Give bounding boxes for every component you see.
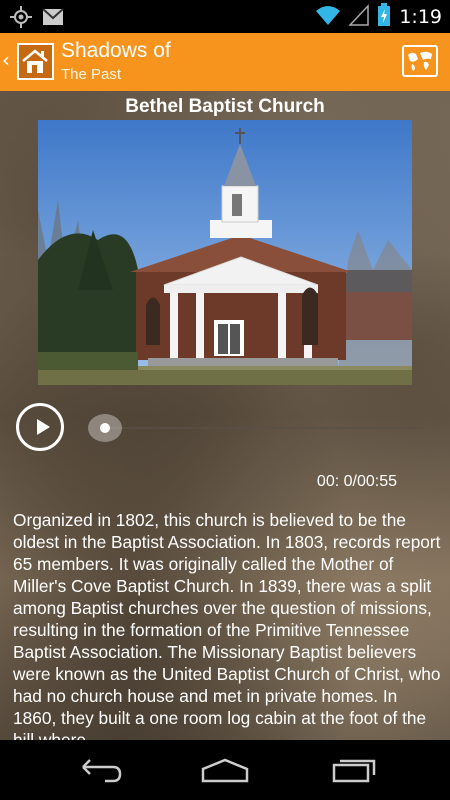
play-button[interactable] (16, 403, 64, 451)
action-bar: ‹ Shadows of The Past (0, 33, 450, 91)
map-icon (404, 51, 436, 79)
home-icon (200, 758, 250, 789)
app-logo-icon[interactable] (17, 43, 54, 80)
play-icon (37, 419, 50, 435)
navigation-bar (0, 740, 450, 800)
seek-bar[interactable] (105, 427, 425, 429)
gmail-icon (42, 8, 64, 30)
recents-button[interactable] (328, 755, 378, 785)
battery-charging-icon (377, 3, 391, 31)
seek-thumb-dot (100, 423, 110, 433)
time-display: 00: 0/00:55 (316, 473, 397, 490)
home-button[interactable] (200, 755, 250, 785)
place-title: Bethel Baptist Church (125, 96, 325, 117)
app-subtitle: The Past (61, 66, 122, 83)
seek-thumb[interactable] (88, 414, 122, 442)
gps-icon (10, 6, 32, 32)
back-icon (75, 759, 125, 789)
status-bar: 1:19 (0, 0, 450, 33)
up-caret-icon[interactable]: ‹ (2, 50, 10, 70)
church-photo (38, 120, 412, 385)
content-area[interactable]: Bethel Baptist Church 00: 0/00:55 Organi… (0, 91, 450, 740)
description-text: Organized in 1802, this church is believ… (13, 510, 441, 740)
app-title: Shadows of (61, 39, 171, 62)
back-button[interactable] (75, 755, 125, 785)
map-button[interactable] (402, 45, 438, 77)
signal-icon (348, 4, 370, 30)
wifi-icon (315, 4, 341, 30)
status-time: 1:19 (399, 6, 442, 28)
recents-icon (328, 759, 378, 789)
